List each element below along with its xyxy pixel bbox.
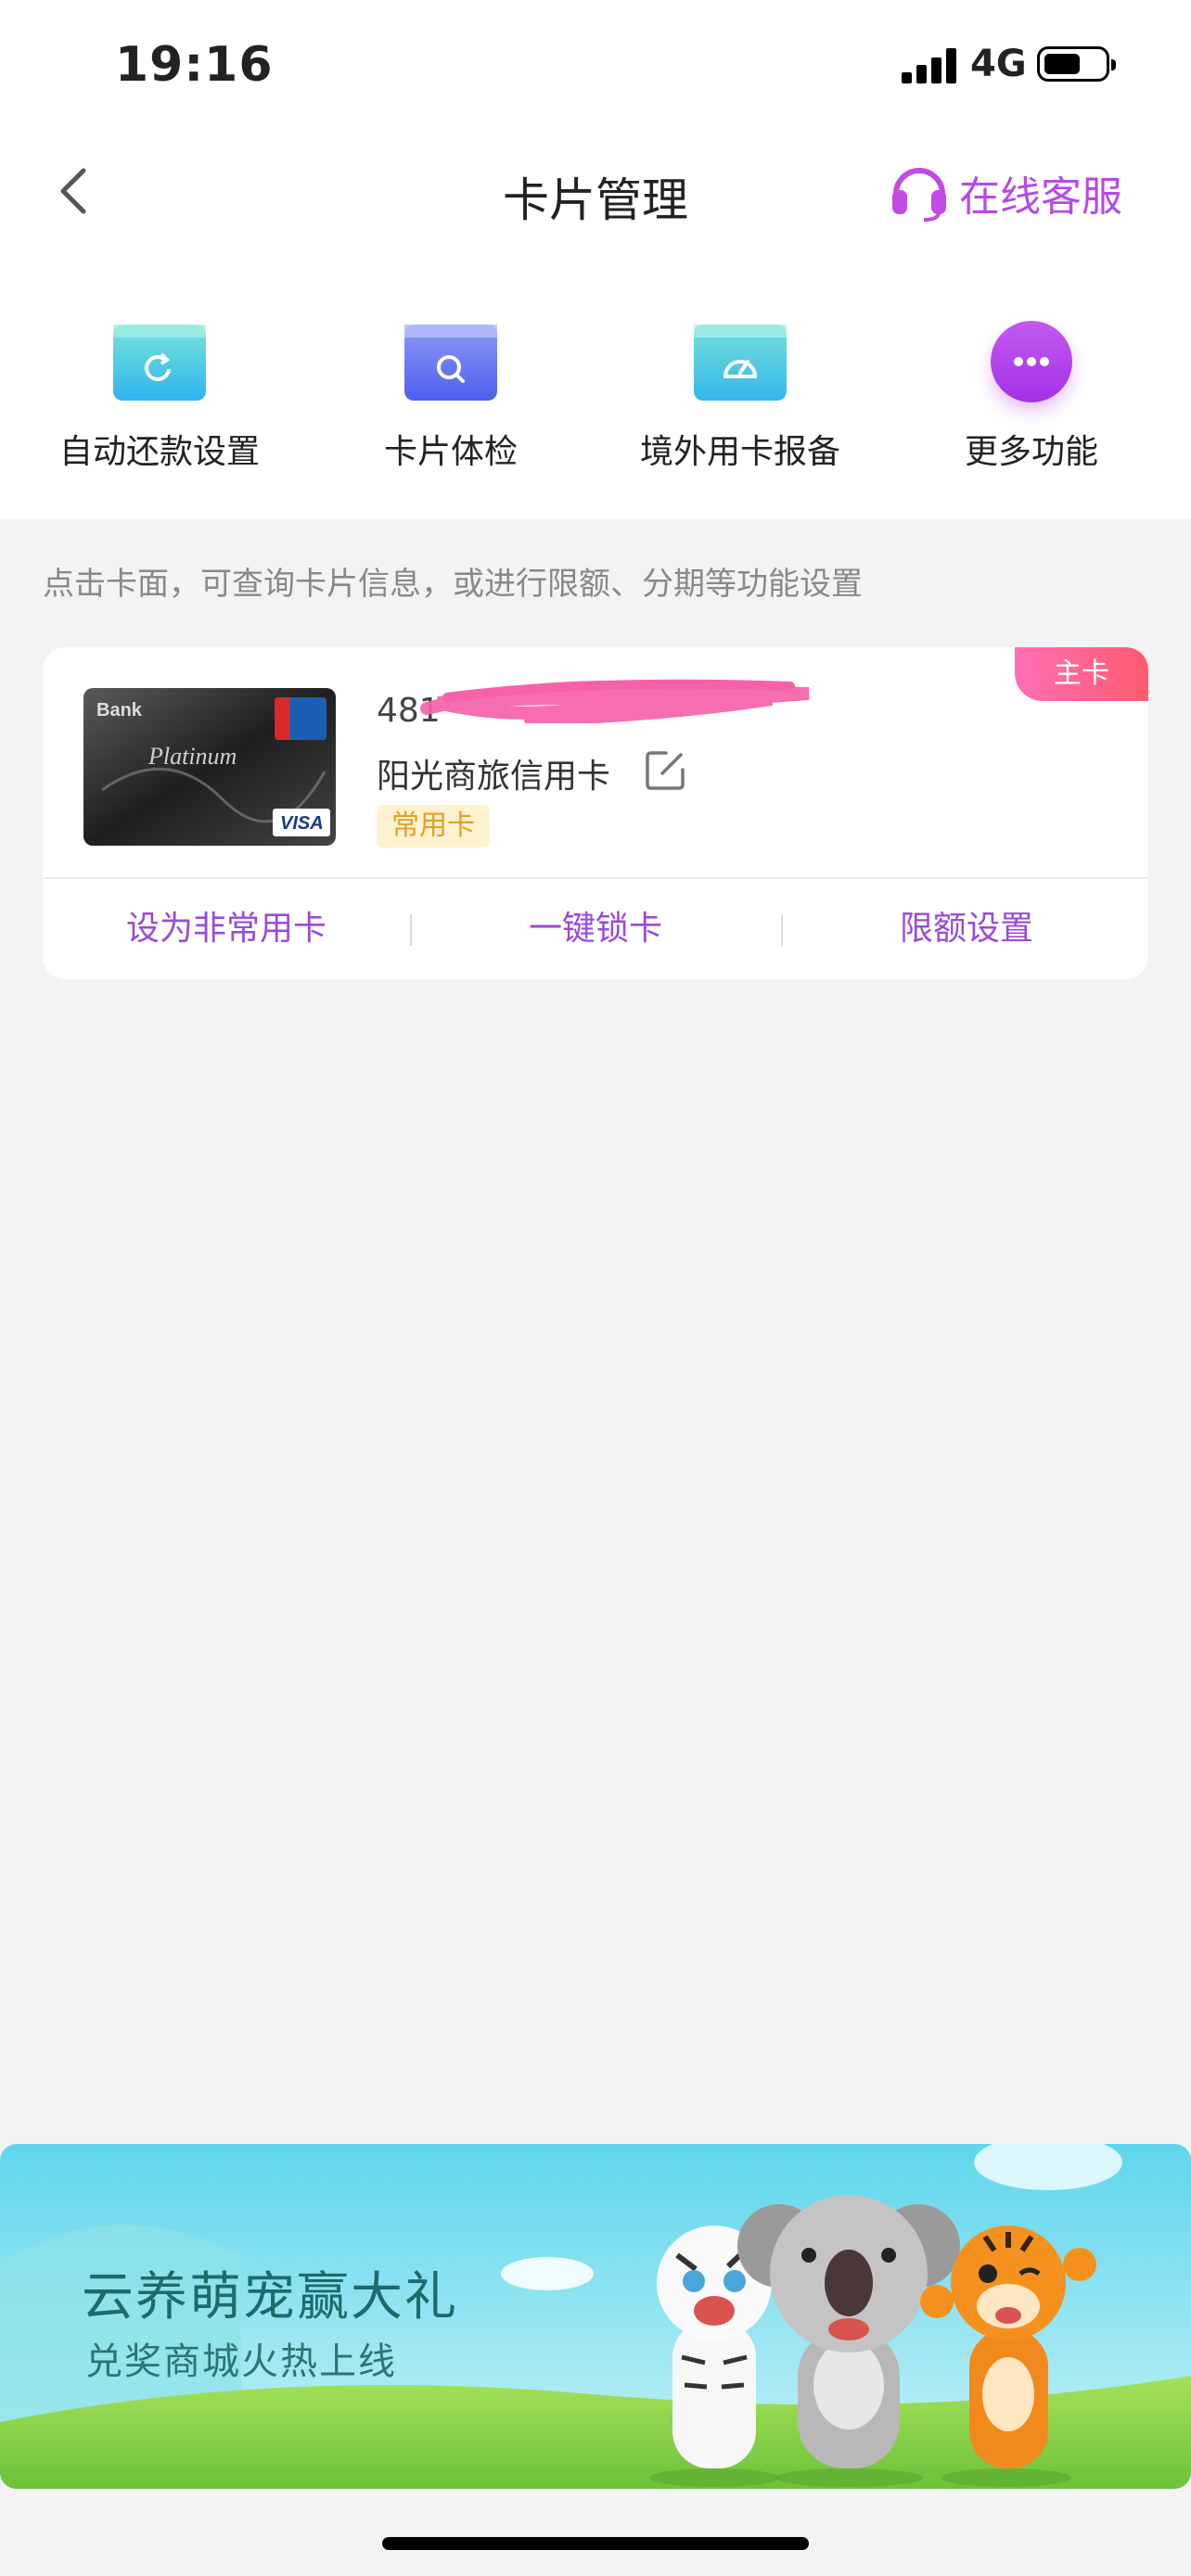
banner-subtitle: 兑奖商城火热上线 xyxy=(85,2340,397,2383)
primary-card-badge: 主卡 xyxy=(1015,647,1148,701)
network-label: 4G xyxy=(970,43,1027,85)
status-time: 19:16 xyxy=(115,37,274,93)
card-checkup-icon xyxy=(404,325,497,401)
card-face-image[interactable]: Bank Platinum VISA xyxy=(83,688,336,846)
redaction-scribble xyxy=(420,679,810,723)
online-service-label: 在线客服 xyxy=(959,173,1122,221)
auto-repay-icon xyxy=(113,325,206,401)
status-bar: 19:16 4G xyxy=(0,0,1191,130)
limit-settings-button[interactable]: 限额设置 xyxy=(783,879,1148,979)
promo-banner[interactable]: 云养萌宠赢大礼 兑奖商城火热上线 xyxy=(0,2144,1191,2489)
edit-icon[interactable] xyxy=(642,747,688,794)
card-bank-text: Bank xyxy=(96,700,143,721)
auto-repay-button[interactable]: 自动还款设置 xyxy=(20,306,299,491)
nav-bar: 卡片管理 在线客服 xyxy=(0,139,1191,250)
lock-card-button[interactable]: 一键锁卡 xyxy=(412,879,779,979)
overseas-report-button[interactable]: 境外用卡报备 xyxy=(601,306,879,491)
card-actions: 设为非常用卡 一键锁卡 限额设置 xyxy=(43,879,1148,979)
signal-icon xyxy=(902,48,959,83)
frequent-card-tag: 常用卡 xyxy=(377,805,490,848)
home-indicator[interactable] xyxy=(382,2537,809,2550)
more-icon xyxy=(991,321,1072,402)
battery-icon xyxy=(1037,46,1116,82)
online-service-button[interactable]: 在线客服 xyxy=(887,159,1122,226)
card-checkup-label: 卡片体检 xyxy=(383,433,518,471)
card-checkup-button[interactable]: 卡片体检 xyxy=(312,306,590,491)
banner-title: 云养萌宠赢大礼 xyxy=(82,2267,458,2327)
more-functions-label: 更多功能 xyxy=(964,433,1098,471)
quick-actions: 自动还款设置 卡片体检 境外用卡报备 更多功能 xyxy=(0,306,1191,491)
set-infrequent-button[interactable]: 设为非常用卡 xyxy=(43,879,410,979)
more-functions-button[interactable]: 更多功能 xyxy=(892,306,1171,491)
card-name: 阳光商旅信用卡 xyxy=(377,758,611,796)
overseas-report-icon xyxy=(694,325,787,401)
credit-card-item[interactable]: 主卡 Bank Platinum VISA 481 阳光商旅信用卡 常用卡 设为… xyxy=(43,647,1148,979)
headset-icon xyxy=(887,159,952,227)
auto-repay-label: 自动还款设置 xyxy=(58,433,260,471)
hint-text: 点击卡面，可查询卡片信息，或进行限额、分期等功能设置 xyxy=(43,566,863,603)
overseas-report-label: 境外用卡报备 xyxy=(639,433,840,471)
card-series-text: Platinum xyxy=(147,743,237,770)
card-network-text: VISA xyxy=(280,813,324,834)
